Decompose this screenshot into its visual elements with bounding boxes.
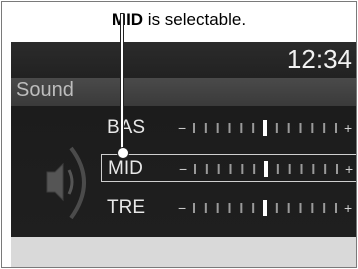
slider-tick xyxy=(216,123,219,133)
slider-tick xyxy=(193,123,195,133)
slider-tick xyxy=(194,164,196,174)
bottom-strip xyxy=(11,237,356,267)
slider-thumb xyxy=(264,161,268,177)
eq-label: TRE xyxy=(107,197,145,218)
slider-tick xyxy=(240,123,243,133)
eq-slider[interactable]: − + xyxy=(176,120,356,136)
plus-sign: + xyxy=(344,200,352,216)
caption: MID is selectable. xyxy=(2,10,356,30)
eq-slider[interactable]: − + xyxy=(176,200,356,216)
minus-sign: − xyxy=(178,200,186,216)
caption-bold: MID xyxy=(111,10,144,29)
eq-row-mid[interactable]: MID − + xyxy=(101,154,357,182)
eq-row-tre[interactable]: TRE − + xyxy=(101,194,356,222)
eq-label: MID xyxy=(108,158,143,179)
minus-sign: − xyxy=(178,120,186,136)
slider-tick xyxy=(252,123,255,133)
slider-tick xyxy=(311,123,314,133)
slider-tick xyxy=(205,164,208,174)
eq-row-bas[interactable]: BAS − + xyxy=(101,114,356,142)
slider-tick xyxy=(252,203,255,213)
slider-tick xyxy=(299,203,302,213)
slider-tick xyxy=(253,164,256,174)
slider-tick xyxy=(228,203,231,213)
slider-thumb xyxy=(263,120,267,136)
slider-tick xyxy=(323,123,326,133)
slider-tick xyxy=(335,123,337,133)
slider-tick xyxy=(204,203,207,213)
slider-tick xyxy=(276,164,279,174)
slider-tick xyxy=(288,164,291,174)
callout-line xyxy=(121,14,123,152)
slider-tick xyxy=(229,164,232,174)
slider-tick xyxy=(312,164,315,174)
clock: 12:34 xyxy=(286,44,352,74)
slider-tick xyxy=(240,203,243,213)
slider-thumb xyxy=(263,200,267,216)
illustration-frame: MID is selectable. 12:34 Sound BAS − + MI… xyxy=(1,1,357,268)
slider-tick xyxy=(336,164,338,174)
title-bar: Sound xyxy=(11,78,356,106)
slider-tick xyxy=(323,203,326,213)
caption-text: is selectable. xyxy=(143,10,247,29)
slider-tick xyxy=(300,164,303,174)
slider-tick xyxy=(241,164,244,174)
eq-label: BAS xyxy=(107,117,146,138)
speaker-icon xyxy=(46,146,86,220)
slider-tick xyxy=(287,203,290,213)
slider-tick xyxy=(204,123,207,133)
slider-tick xyxy=(228,123,231,133)
slider-tick xyxy=(299,123,302,133)
plus-sign: + xyxy=(344,120,352,136)
screen-title: Sound xyxy=(16,79,74,101)
slider-tick xyxy=(275,203,278,213)
slider-tick xyxy=(216,203,219,213)
minus-sign: − xyxy=(179,161,187,177)
slider-tick xyxy=(193,203,195,213)
eq-slider[interactable]: − + xyxy=(177,161,357,177)
slider-tick xyxy=(324,164,327,174)
slider-tick xyxy=(335,203,337,213)
slider-tick xyxy=(217,164,220,174)
plus-sign: + xyxy=(345,161,353,177)
slider-tick xyxy=(287,123,290,133)
audio-screen: 12:34 Sound BAS − + MID − + TRE − + xyxy=(11,42,357,237)
callout-dot xyxy=(117,147,129,159)
slider-tick xyxy=(311,203,314,213)
slider-tick xyxy=(275,123,278,133)
